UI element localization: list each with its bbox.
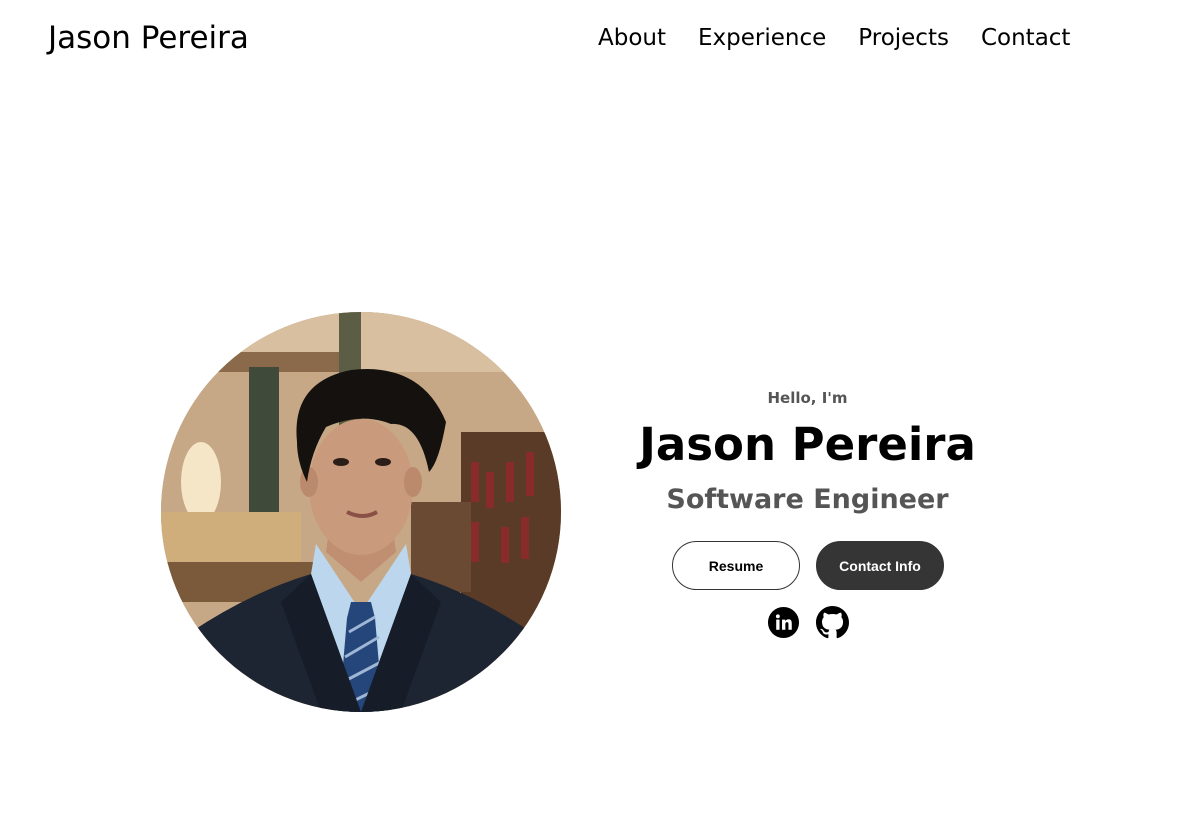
- main-nav: About Experience Projects Contact: [590, 22, 1094, 54]
- github-icon[interactable]: [816, 606, 849, 639]
- nav-link-about[interactable]: About: [590, 22, 674, 54]
- profile-photo: [161, 312, 561, 712]
- hero-name: Jason Pereira: [639, 418, 976, 471]
- contact-info-button[interactable]: Contact Info: [816, 541, 944, 590]
- hero-buttons: Resume Contact Info: [672, 541, 944, 590]
- nav-link-experience[interactable]: Experience: [690, 22, 834, 54]
- nav-link-projects[interactable]: Projects: [850, 22, 957, 54]
- greeting: Hello, I'm: [767, 389, 848, 407]
- site-logo[interactable]: Jason Pereira: [48, 16, 249, 60]
- nav-link-contact[interactable]: Contact: [973, 22, 1078, 54]
- resume-button[interactable]: Resume: [672, 541, 800, 590]
- hero-text: Hello, I'm Jason Pereira Software Engine…: [600, 384, 1015, 520]
- linkedin-icon[interactable]: [767, 606, 800, 639]
- hero-title: Software Engineer: [666, 484, 949, 515]
- profile-photo-illustration: [161, 312, 561, 712]
- social-links: [767, 606, 849, 639]
- page: Jason Pereira About Experience Projects …: [0, 0, 1193, 828]
